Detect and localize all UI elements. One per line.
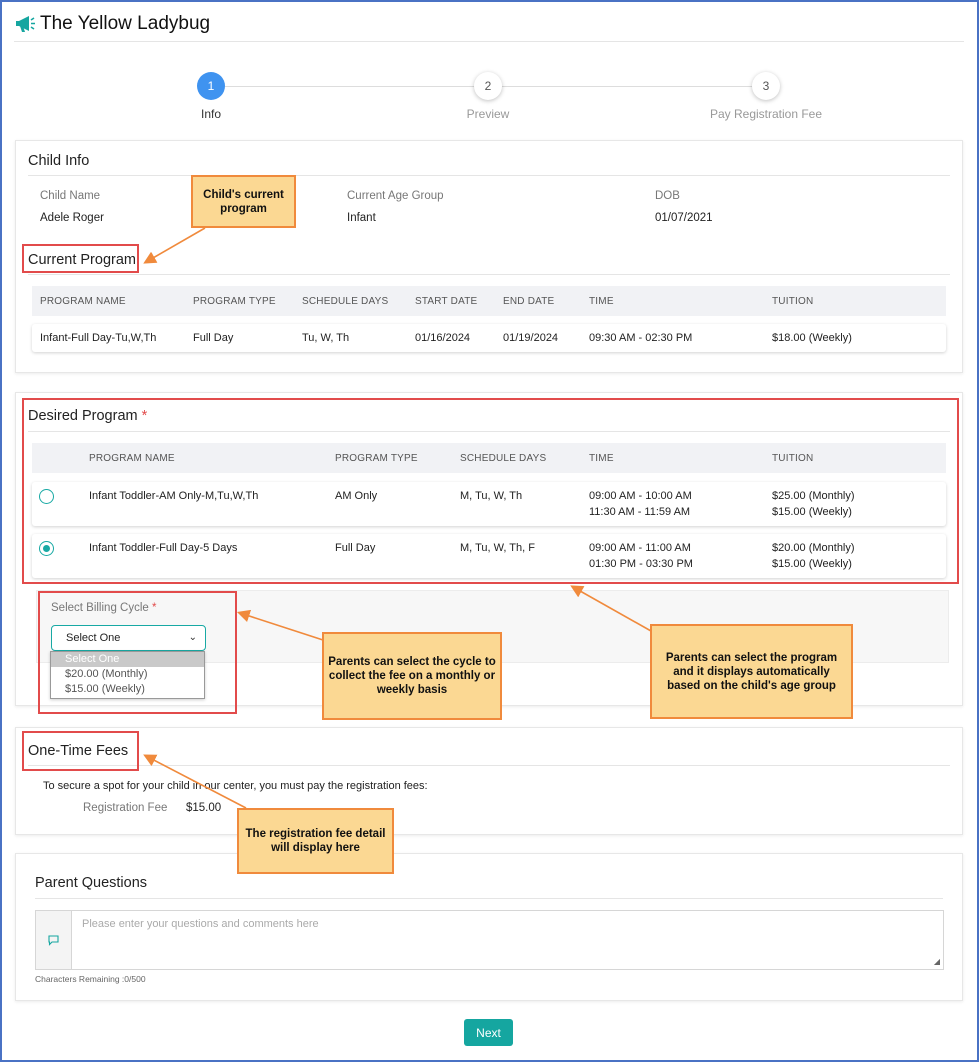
table-cell: 01/19/2024 [503, 332, 559, 344]
step-number: 2 [474, 72, 502, 100]
highlight-box [22, 398, 959, 584]
callout-billing-cycle: Parents can select the cycle to collect … [322, 632, 502, 720]
parent-questions-title: Parent Questions [35, 875, 148, 891]
dob-label: DOB [655, 190, 680, 202]
app-header: The Yellow Ladybug [14, 12, 964, 42]
app-title: The Yellow Ladybug [40, 13, 211, 34]
one-time-fees-card: One-Time Fees To secure a spot for your … [15, 727, 963, 835]
next-button[interactable]: Next [464, 1019, 513, 1046]
child-name-label: Child Name [40, 190, 101, 202]
questions-textarea[interactable] [72, 911, 943, 969]
divider [28, 175, 950, 176]
highlight-box [38, 591, 237, 714]
registration-stepper: 1 Info 2 Preview 3 Pay Registration Fee [0, 72, 979, 122]
fees-description: To secure a spot for your child in our c… [43, 780, 428, 792]
child-name-value: Adele Roger [40, 212, 104, 224]
callout-desired-program: Parents can select the program and it di… [650, 624, 853, 719]
step-number: 1 [197, 72, 225, 100]
registration-fee-value: $15.00 [186, 802, 222, 814]
column-header: PROGRAM NAME [40, 296, 126, 307]
table-cell: Tu, W, Th [302, 332, 350, 344]
step-preview[interactable]: 2 Preview [418, 72, 558, 121]
table-cell: 09:30 AM - 02:30 PM [589, 332, 693, 344]
column-header: TUITION [772, 296, 814, 307]
step-info[interactable]: 1 Info [141, 72, 281, 121]
table-cell: Full Day [193, 332, 234, 344]
resize-grip-icon[interactable]: ◢ [934, 957, 940, 966]
questions-textarea-group: ◢ [35, 910, 944, 970]
current-program-table-header: PROGRAM NAME PROGRAM TYPE SCHEDULE DAYS … [32, 286, 946, 316]
callout-current-program: Child's current program [191, 175, 296, 228]
divider [28, 765, 950, 766]
divider [35, 898, 943, 899]
column-header: PROGRAM TYPE [193, 296, 276, 307]
parent-questions-card: Parent Questions ◢ Characters Remaining … [15, 853, 963, 1001]
column-header: SCHEDULE DAYS [302, 296, 389, 307]
step-label: Pay Registration Fee [709, 107, 823, 121]
megaphone-icon [16, 16, 35, 32]
step-label: Info [200, 107, 221, 121]
dob-value: 01/07/2021 [655, 212, 713, 224]
divider [28, 274, 950, 275]
child-info-title: Child Info [28, 153, 90, 169]
comment-icon [48, 935, 59, 946]
child-info-card: Child Info Child Name Adele Roger Curren… [15, 140, 963, 373]
step-label: Preview [466, 107, 510, 121]
column-header: END DATE [503, 296, 555, 307]
step-number: 3 [752, 72, 780, 100]
highlight-box [22, 244, 139, 273]
column-header: START DATE [415, 296, 478, 307]
table-cell: Infant-Full Day-Tu,W,Th [40, 332, 157, 344]
characters-remaining: Characters Remaining :0/500 [35, 974, 146, 984]
callout-registration-fee: The registration fee detail will display… [237, 808, 394, 874]
table-cell: 01/16/2024 [415, 332, 471, 344]
table-cell: $18.00 (Weekly) [772, 332, 852, 344]
column-header: TIME [589, 296, 614, 307]
age-group-label: Current Age Group [347, 190, 444, 202]
table-row: Infant-Full Day-Tu,W,Th Full Day Tu, W, … [32, 324, 946, 352]
registration-fee-label: Registration Fee [83, 802, 168, 814]
highlight-box [22, 731, 139, 771]
step-pay-registration-fee[interactable]: 3 Pay Registration Fee [696, 72, 836, 121]
icon-cell [36, 911, 72, 969]
age-group-value: Infant [347, 212, 376, 224]
